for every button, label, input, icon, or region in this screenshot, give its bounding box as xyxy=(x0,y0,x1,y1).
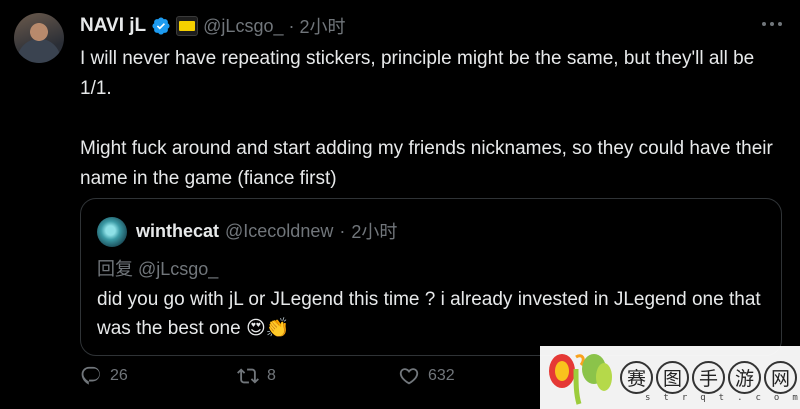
quoted-text-content: did you go with jL or JLegend this time … xyxy=(97,289,761,339)
heart-icon xyxy=(399,368,419,385)
separator-dot: · xyxy=(288,15,295,36)
more-options-icon[interactable] xyxy=(762,22,782,26)
quoted-author-handle[interactable]: @Icecoldnew xyxy=(225,221,333,242)
separator-dot: · xyxy=(339,220,346,241)
butterfly-logo-icon xyxy=(549,353,612,405)
tweet-paragraph-2: Might fuck around and start adding my fr… xyxy=(80,138,773,189)
emoji-group: 😍👏 xyxy=(245,318,290,339)
verified-badge-icon xyxy=(152,17,170,35)
navi-team-badge-icon xyxy=(176,16,199,36)
watermark-char: 赛 xyxy=(620,361,653,394)
watermark-char: 手 xyxy=(692,361,725,394)
reply-icon xyxy=(81,366,100,385)
like-button[interactable]: 632 xyxy=(398,365,455,387)
quoted-tweet-time[interactable]: 2小时 xyxy=(351,218,397,244)
author-avatar[interactable] xyxy=(14,13,64,63)
tweet-text: I will never have repeating stickers, pr… xyxy=(80,44,780,194)
tweet-time[interactable]: 2小时 xyxy=(299,13,345,39)
quoted-author-avatar[interactable] xyxy=(97,217,127,247)
quoted-tweet-text: did you go with jL or JLegend this time … xyxy=(97,285,767,343)
reply-button[interactable]: 26 xyxy=(80,365,128,387)
watermark-char: 游 xyxy=(728,361,761,394)
quoted-tweet-header: winthecat @Icecoldnew · 2小时 xyxy=(136,218,397,244)
reply-to-label: 回复 @jLcsgo_ xyxy=(97,259,219,279)
tweet-header: NAVI jL @jLcsgo_ · 2小时 xyxy=(80,14,346,38)
watermark-url: strqt.com xyxy=(645,393,800,403)
site-watermark: 赛 图 手 游 网 strqt.com xyxy=(540,346,800,409)
watermark-chars: 赛 图 手 游 网 xyxy=(620,361,797,394)
retweet-count: 8 xyxy=(267,367,276,384)
author-handle[interactable]: @jLcsgo_ xyxy=(203,16,283,37)
watermark-char: 图 xyxy=(656,361,689,394)
watermark-char: 网 xyxy=(764,361,797,394)
author-name[interactable]: NAVI jL xyxy=(80,15,146,37)
tweet-paragraph-1: I will never have repeating stickers, pr… xyxy=(80,48,755,99)
quoted-tweet[interactable]: winthecat @Icecoldnew · 2小时 回复 @jLcsgo_ … xyxy=(80,198,782,356)
retweet-icon xyxy=(237,368,259,384)
reply-count: 26 xyxy=(110,367,128,384)
retweet-button[interactable]: 8 xyxy=(237,365,276,387)
like-count: 632 xyxy=(428,367,455,384)
quoted-author-name[interactable]: winthecat xyxy=(136,221,219,242)
